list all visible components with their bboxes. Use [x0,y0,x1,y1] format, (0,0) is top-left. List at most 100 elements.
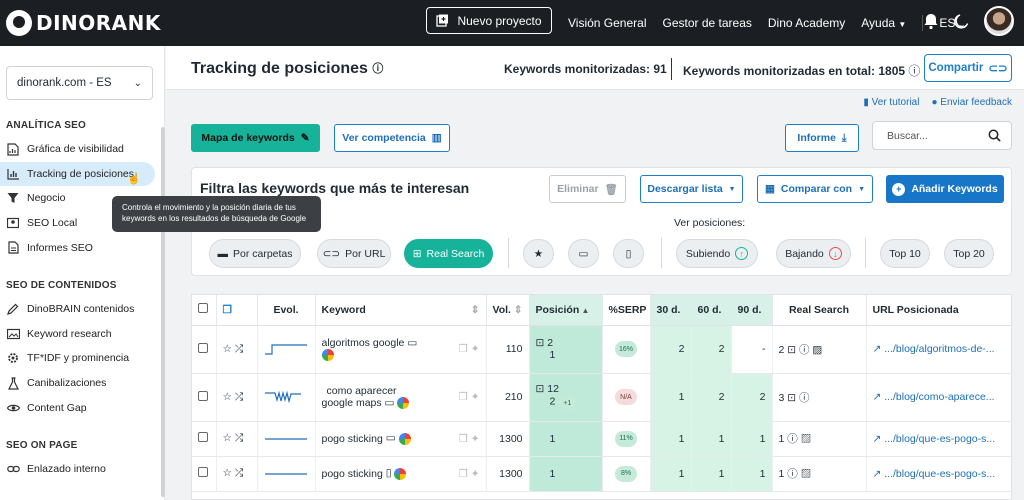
sidebar-scrollbar[interactable] [161,127,165,497]
table-row[interactable]: ☆ ⤮ pogo sticking ▭ ❐ ✦ 1300 1 11% 1 1 1… [192,421,1011,457]
star-icon[interactable]: ☆ [223,343,232,355]
shuffle-icon[interactable]: ⤮ [235,343,243,355]
url-cell[interactable]: ↗ .../blog/que-es-pogo-s... [866,421,1011,457]
search-input[interactable]: Buscar... [872,121,1012,150]
site-selector[interactable]: dinorank.com - ES ⌄ [6,66,153,100]
send-feedback-link[interactable]: ● Enviar feedback [931,97,1012,108]
filter-mobile[interactable]: ▯ [613,239,644,268]
url-text: .../blog/que-es-pogo-s... [884,467,996,480]
download-list-button[interactable]: Descargar lista ▼ [640,175,743,203]
report-button[interactable]: Informe ⤓ [785,124,859,152]
table-row[interactable]: ☆ ⤮ pogo sticking ▯ ❐ ✦ 1300 1 8% 1 1 1 … [192,456,1011,492]
col-header-30d[interactable]: 30 d. [650,295,692,326]
row-checkbox[interactable] [198,467,208,477]
sidebar-item-visibility-chart[interactable]: Gráfica de visibilidad [0,137,164,162]
nav-task-manager[interactable]: Gestor de tareas [663,16,752,30]
keyword-map-button[interactable]: Mapa de keywords ✎ [191,124,320,152]
filter-falling-label: Bajando [785,247,824,260]
shuffle-icon[interactable]: ⤮ [235,467,243,479]
new-project-button[interactable]: Nuevo proyecto [426,7,552,34]
col-header-volume[interactable]: Vol. ⇕ [486,295,530,326]
col-header-serp[interactable]: %SERP [602,295,651,326]
copy-icon[interactable]: ❐ [458,468,467,480]
link-icon [6,462,20,476]
filter-top10[interactable]: Top 10 [880,239,930,268]
star-icon[interactable]: ☆ [223,467,232,479]
url-cell[interactable]: ↗ .../blog/como-aparece... [866,373,1011,422]
sidebar-item-dinobrain[interactable]: DinoBRAIN contenidos [0,297,164,322]
table-row[interactable]: ☆ ⤮ algoritmos google ▭ ❐ ✦ 110 ⊡ 2 1 16… [192,325,1011,374]
sidebar-item-tfidf[interactable]: TF*IDF y prominencia [0,346,164,371]
star-icon[interactable]: ☆ [223,391,232,403]
col-header-position[interactable]: Posición ▲ [529,295,603,326]
add-keywords-button[interactable]: + Añadir Keywords [886,175,1004,203]
page-header: Tracking de posiciones ⓘ Keywords monito… [166,46,1024,90]
row-checkbox[interactable] [198,342,208,353]
select-all-checkbox-cell[interactable] [192,295,217,326]
sidebar-item-seo-reports[interactable]: Informes SEO [0,235,164,260]
filter-top20[interactable]: Top 20 [944,239,994,268]
sparkle-icon[interactable]: ✦ [471,468,480,480]
sparkle-icon[interactable]: ✦ [471,433,480,445]
filter-falling[interactable]: Bajando ↓ [776,239,851,268]
share-button[interactable]: Compartir ⊂⊃ [924,54,1012,82]
col-header-60d[interactable]: 60 d. [691,295,732,326]
copy-icon[interactable]: ❐ [458,433,467,445]
sidebar-item-internal-linking[interactable]: Enlazado interno [0,457,164,482]
col-header-keyword[interactable]: Keyword ⇕ [315,295,487,326]
sidebar-item-keyword-research[interactable]: Keyword research [0,322,164,347]
nav-help[interactable]: Ayuda ▼ [861,16,906,30]
select-all-checkbox[interactable] [198,303,208,314]
mouse-cursor-icon: ☝ [127,173,141,186]
sidebar-item-position-tracking[interactable]: Tracking de posiciones ☝ [0,161,155,187]
evolution-sparkline [257,325,316,374]
bell-icon[interactable] [922,12,940,30]
compare-with-button[interactable]: ▦ Comparar con ▼ [757,175,873,203]
info-icon[interactable]: ⓘ [372,63,383,75]
filter-rising[interactable]: Subiendo ↑ [676,239,758,268]
row-checkbox[interactable] [198,390,208,401]
url-cell[interactable]: ↗ .../blog/algoritmos-de-... [866,325,1011,374]
col-header-90d[interactable]: 90 d. [731,295,773,326]
position-cell: 1 [529,456,603,492]
row-checkbox-cell[interactable] [192,325,217,374]
filter-by-url[interactable]: ⊂⊃ Por URL [317,239,391,268]
view-tutorial-link[interactable]: ▮ Ver tutorial [863,97,919,108]
nav-overview[interactable]: Visión General [568,16,647,30]
filter-by-folders[interactable]: ▬ Por carpetas [209,239,301,268]
real-search-value: 1 [778,433,785,445]
position-sub: 1 [549,349,556,361]
report-label: Informe [797,132,836,144]
position-cell: 1 [529,421,603,457]
copy-column-header[interactable]: ❐ [216,295,258,326]
sparkle-icon[interactable]: ✦ [471,391,480,403]
row-checkbox-cell[interactable] [192,373,217,422]
d90-cell: - [731,325,773,374]
row-checkbox-cell[interactable] [192,421,217,457]
filter-favorites[interactable]: ★ [523,239,554,268]
pencil-icon [6,302,20,316]
dark-mode-moon-icon[interactable] [954,13,970,29]
copy-icon[interactable]: ❐ [458,391,467,403]
arrow-up-circle-icon: ↑ [735,247,749,260]
shuffle-icon[interactable]: ⤮ [235,432,243,444]
nav-dino-academy[interactable]: Dino Academy [768,16,845,30]
sidebar-item-content-gap[interactable]: Content Gap [0,395,164,420]
copy-icon[interactable]: ❐ [458,343,467,355]
sparkle-icon[interactable]: ✦ [471,343,480,355]
report-document-icon [6,241,20,255]
view-competition-button[interactable]: Ver competencia ▥ [334,124,450,152]
url-cell[interactable]: ↗ .../blog/que-es-pogo-s... [866,456,1011,492]
filter-desktop[interactable]: ▭ [568,239,599,268]
row-checkbox-cell[interactable] [192,456,217,492]
table-row[interactable]: ☆ ⤮ como aparecer google maps ▭ ❐ ✦ 210 ⊡… [192,373,1011,422]
delete-button[interactable]: Eliminar 🗑 [549,175,626,203]
star-icon[interactable]: ☆ [223,432,232,444]
row-checkbox[interactable] [198,432,208,442]
sidebar-item-cannibalizations[interactable]: Canibalizaciones [0,371,164,396]
shuffle-icon[interactable]: ⤮ [235,391,243,403]
filter-real-search[interactable]: ⊞ Real Search [404,239,493,268]
user-avatar[interactable] [984,6,1014,36]
logo[interactable]: DINORANK [6,10,161,36]
info-icon[interactable]: ⓘ [908,64,920,78]
